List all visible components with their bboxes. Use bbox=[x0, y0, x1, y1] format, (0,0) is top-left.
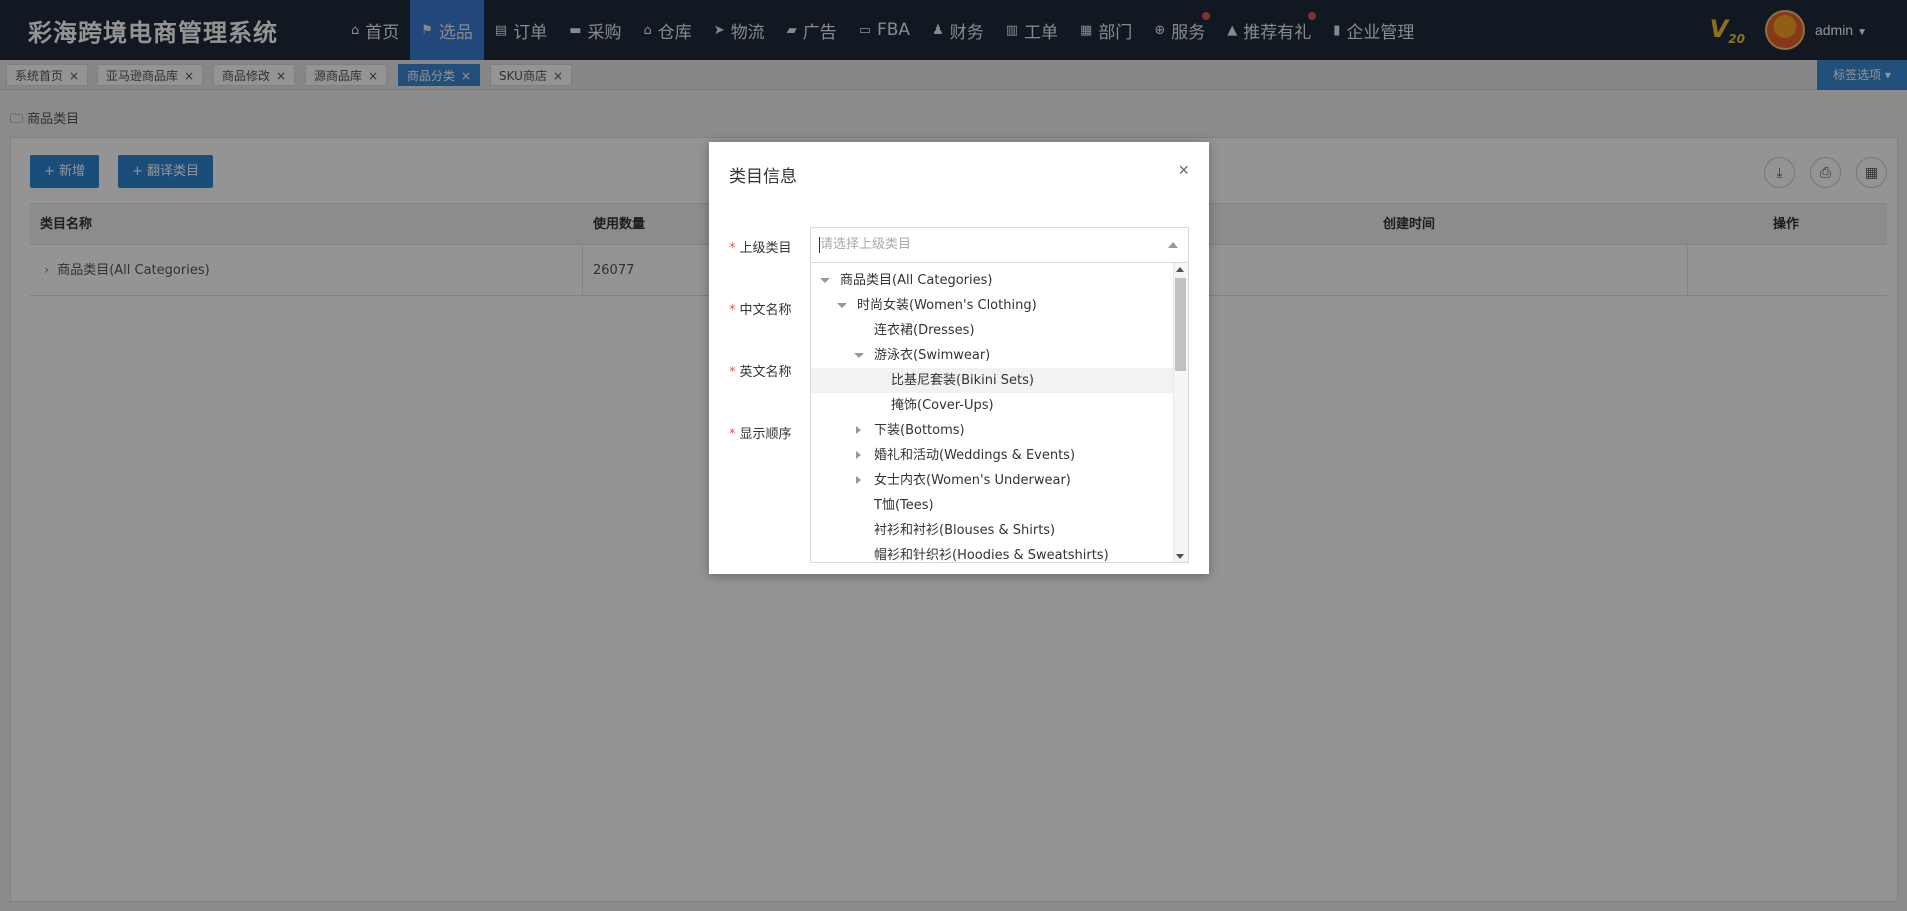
en-name-label: * 英文名称 bbox=[729, 365, 792, 380]
category-info-dialog: 类目信息 × * 上级类目 * 中文名称 * 英文名称 * 显示顺序 请选择上级类目 帽… bbox=[709, 142, 1209, 574]
tree-node-label: 下装(Bottoms) bbox=[874, 423, 965, 438]
caret-right-icon[interactable] bbox=[856, 451, 861, 459]
caret-right-icon[interactable] bbox=[856, 426, 861, 434]
tree-node[interactable]: 婚礼和活动(Weddings & Events) bbox=[811, 443, 1173, 468]
tree-node-label: 比基尼套装(Bikini Sets) bbox=[891, 373, 1034, 388]
caret-down-icon[interactable] bbox=[854, 353, 864, 358]
tree-node[interactable]: T恤(Tees) bbox=[811, 493, 1173, 518]
caret-right-icon[interactable] bbox=[856, 476, 861, 484]
tree-node[interactable]: 时尚女装(Women's Clothing) bbox=[811, 293, 1173, 318]
tree-node[interactable]: 下装(Bottoms) bbox=[811, 418, 1173, 443]
parent-category-select[interactable]: 请选择上级类目 bbox=[810, 227, 1189, 263]
tree-node-label: T恤(Tees) bbox=[874, 498, 934, 513]
tree-node-label: 连衣裙(Dresses) bbox=[874, 323, 975, 338]
dialog-title: 类目信息 bbox=[729, 167, 797, 187]
tree-node[interactable]: 商品类目(All Categories) bbox=[811, 268, 1173, 293]
caret-down-icon[interactable] bbox=[820, 278, 830, 283]
tree-node-label: 婚礼和活动(Weddings & Events) bbox=[874, 448, 1076, 463]
tree-node-label: 帽衫和针织衫(Hoodies & Sweatshirts) bbox=[874, 548, 1109, 563]
display-order-label: * 显示顺序 bbox=[729, 427, 792, 442]
close-icon[interactable]: × bbox=[1178, 160, 1189, 181]
tree-node[interactable]: 游泳衣(Swimwear) bbox=[811, 343, 1173, 368]
scrollbar[interactable] bbox=[1173, 263, 1188, 562]
scrollbar-thumb[interactable] bbox=[1175, 278, 1186, 371]
scroll-down-icon[interactable] bbox=[1176, 554, 1184, 559]
scroll-up-icon[interactable] bbox=[1176, 267, 1184, 272]
tree-node-label: 时尚女装(Women's Clothing) bbox=[857, 298, 1037, 313]
tree-node-label: 游泳衣(Swimwear) bbox=[874, 348, 991, 363]
parent-category-placeholder: 请选择上级类目 bbox=[820, 237, 912, 252]
tree-node[interactable]: 帽衫和针织衫(Hoodies & Sweatshirts) bbox=[811, 543, 1173, 563]
caret-down-icon[interactable] bbox=[837, 303, 847, 308]
tree-node[interactable]: 女士内衣(Women's Underwear) bbox=[811, 468, 1173, 493]
tree-node[interactable]: 比基尼套装(Bikini Sets) bbox=[811, 368, 1173, 393]
parent-category-label: * 上级类目 bbox=[729, 241, 792, 256]
tree-node-label: 女士内衣(Women's Underwear) bbox=[874, 473, 1071, 488]
tree-node[interactable]: 衬衫和衬衫(Blouses & Shirts) bbox=[811, 518, 1173, 543]
tree-node-label: 衬衫和衬衫(Blouses & Shirts) bbox=[874, 523, 1056, 538]
cn-name-label: * 中文名称 bbox=[729, 303, 792, 318]
category-tree-dropdown: 帽衫和针织衫(Hoodies & Sweatshirts) 衬衫和衬衫(Blous… bbox=[810, 263, 1189, 563]
tree-node-label: 商品类目(All Categories) bbox=[840, 273, 993, 288]
tree-node[interactable]: 连衣裙(Dresses) bbox=[811, 318, 1173, 343]
caret-up-icon bbox=[1168, 242, 1178, 248]
tree-node-label: 掩饰(Cover-Ups) bbox=[891, 398, 994, 413]
tree-node[interactable]: 掩饰(Cover-Ups) bbox=[811, 393, 1173, 418]
